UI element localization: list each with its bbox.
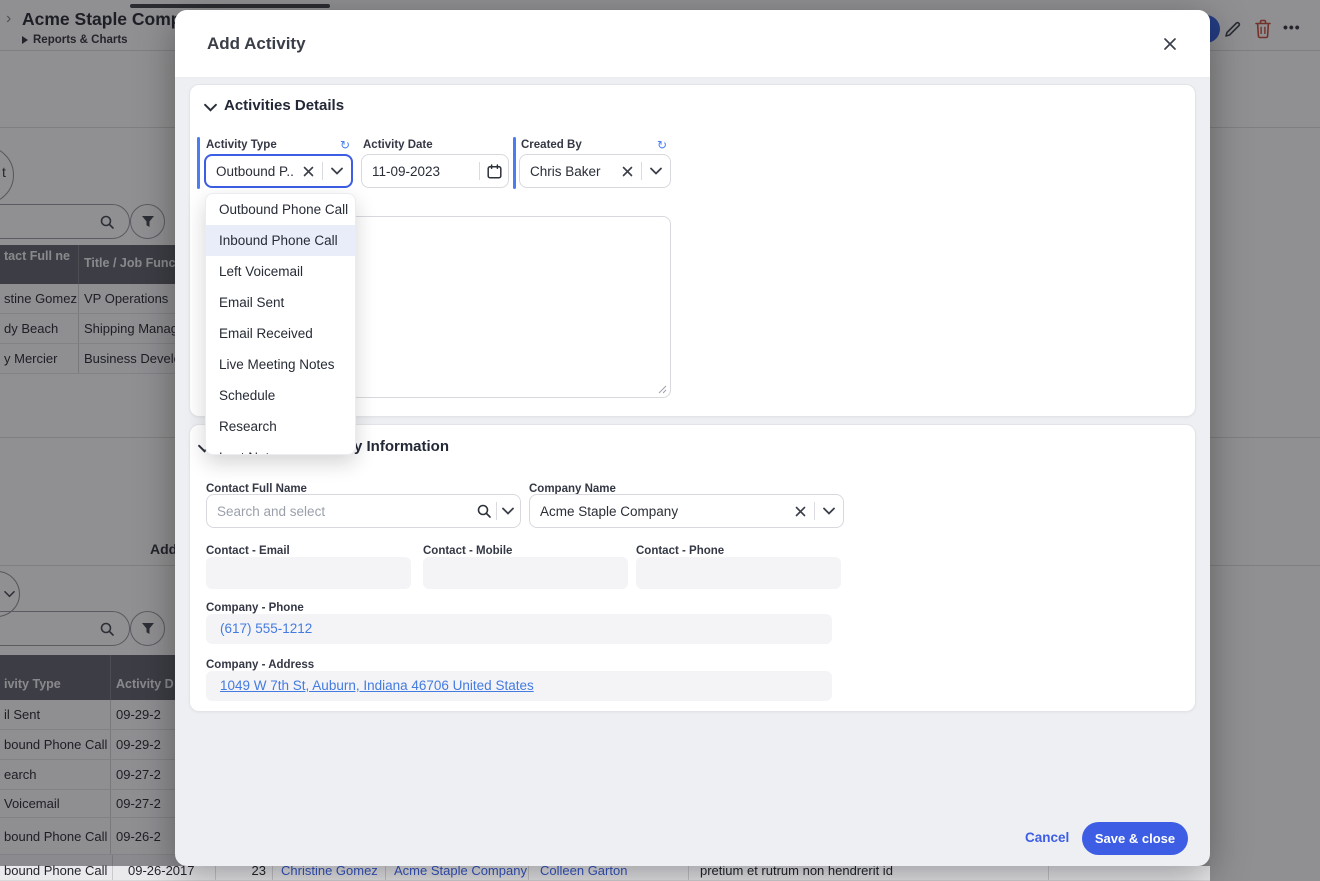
save-close-button[interactable]: Save & close [1082, 822, 1188, 855]
dropdown-toggle[interactable] [496, 507, 520, 515]
clear-button[interactable] [613, 166, 641, 177]
dropdown-option[interactable]: Email Sent [206, 287, 355, 318]
company-name-value: Acme Staple Company [530, 504, 786, 519]
contact-email-label: Contact - Email [206, 545, 290, 557]
screen: › Acme Staple Company Reports & Charts •… [0, 0, 1320, 881]
contact-phone-field [636, 557, 841, 589]
activity-date-label: Activity Date [363, 139, 433, 151]
contact-phone-label: Contact - Phone [636, 545, 724, 557]
dropdown-option[interactable]: Schedule [206, 380, 355, 411]
cancel-button[interactable]: Cancel [1025, 830, 1069, 845]
dropdown-option[interactable]: Email Received [206, 318, 355, 349]
contact-email-field [206, 557, 411, 589]
calendar-button[interactable] [480, 164, 508, 179]
clear-button[interactable] [786, 506, 814, 517]
dropdown-toggle[interactable] [323, 167, 351, 175]
calendar-icon [487, 164, 502, 179]
activity-type-dropdown: Outbound Phone Call Inbound Phone Call L… [205, 193, 356, 455]
dropdown-option[interactable]: Last Note [206, 442, 355, 455]
contact-search-input[interactable] [207, 495, 472, 527]
search-button[interactable] [472, 503, 496, 519]
clear-x-icon [303, 166, 314, 177]
close-button[interactable] [1160, 34, 1180, 54]
dropdown-option[interactable]: Research [206, 411, 355, 442]
clear-button[interactable] [294, 166, 322, 177]
dropdown-option-highlighted[interactable]: Inbound Phone Call [206, 225, 355, 256]
dropdown-option[interactable]: Outbound Phone Call [206, 194, 355, 225]
search-icon [476, 503, 492, 519]
company-name-select[interactable]: Acme Staple Company [529, 494, 844, 528]
chevron-down-icon [502, 507, 514, 515]
contact-mobile-field [423, 557, 628, 589]
company-address-field: 1049 W 7th St, Auburn, Indiana 46706 Uni… [206, 671, 832, 701]
clear-x-icon [795, 506, 806, 517]
chevron-down-icon [823, 507, 835, 515]
modified-indicator-bar [513, 137, 516, 189]
activity-type-label: Activity Type [206, 139, 277, 151]
company-address-label: Company - Address [206, 659, 314, 671]
clear-x-icon [622, 166, 633, 177]
dropdown-toggle[interactable] [642, 167, 670, 175]
activity-type-select[interactable]: Outbound P... [204, 154, 353, 188]
section-title[interactable]: Activities Details [224, 97, 344, 114]
modal-overlay [1210, 866, 1320, 881]
created-by-value: Chris Baker [520, 164, 613, 179]
chevron-down-icon [331, 167, 343, 175]
close-icon [1163, 37, 1177, 51]
chevron-down-icon [650, 167, 662, 175]
created-by-label: Created By [521, 139, 582, 151]
company-address-link[interactable]: 1049 W 7th St, Auburn, Indiana 46706 Uni… [220, 678, 534, 693]
activity-date-input[interactable]: 11-09-2023 [361, 154, 509, 188]
contact-mobile-label: Contact - Mobile [423, 545, 512, 557]
contact-full-name-select[interactable] [206, 494, 521, 528]
modified-indicator-bar [197, 137, 200, 189]
company-phone-label: Company - Phone [206, 602, 304, 614]
section-collapse-icon[interactable] [204, 103, 217, 112]
reset-icon[interactable]: ↻ [340, 138, 350, 152]
dropdown-toggle[interactable] [815, 507, 843, 515]
dropdown-option[interactable]: Live Meeting Notes [206, 349, 355, 380]
dropdown-option[interactable]: Left Voicemail [206, 256, 355, 287]
modal-title: Add Activity [207, 34, 306, 54]
contact-company-section: Contact & Company Information Contact Fu… [189, 424, 1196, 712]
reset-icon[interactable]: ↻ [657, 138, 667, 152]
resize-grip-icon[interactable] [657, 384, 667, 394]
activity-type-value: Outbound P... [206, 164, 294, 179]
created-by-select[interactable]: Chris Baker [519, 154, 671, 188]
activity-date-value: 11-09-2023 [362, 164, 479, 179]
company-phone-link[interactable]: (617) 555-1212 [220, 621, 312, 636]
company-phone-field: (617) 555-1212 [206, 614, 832, 644]
modal-header: Add Activity [175, 10, 1210, 78]
